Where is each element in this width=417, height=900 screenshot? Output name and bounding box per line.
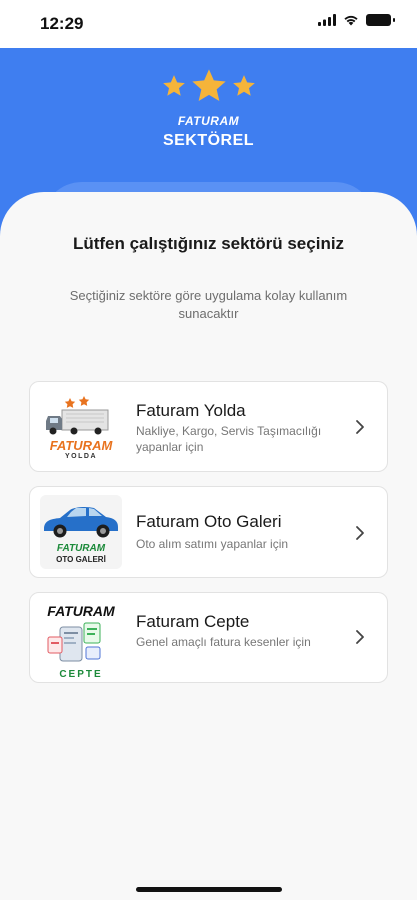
sector-description: Genel amaçlı fatura kesenler için — [136, 635, 311, 649]
oto-galeri-logo-brand: FATURAM — [56, 543, 106, 554]
sector-card-cepte[interactable]: FATURAM CEPTE Faturam Cepte Genel amaçlı… — [29, 592, 388, 683]
chevron-right-icon — [356, 526, 364, 540]
star-icon — [162, 75, 185, 96]
page-title: Lütfen çalıştığınız sektörü seçiniz — [72, 234, 345, 253]
sector-title: Faturam Cepte — [136, 612, 250, 631]
brand-name-big: SEKTÖREL — [162, 132, 255, 149]
chevron-right-icon — [356, 420, 364, 434]
star-icon — [191, 69, 226, 101]
star-icon — [232, 75, 255, 96]
oto-galeri-logo: FATURAM OTO GALERİ — [40, 495, 122, 569]
oto-galeri-logo-caption: OTO GALERİ — [56, 555, 106, 564]
status-time: 12:29 — [40, 14, 84, 33]
cepte-logo-caption: CEPTE — [59, 669, 103, 680]
battery-icon — [366, 14, 395, 26]
yolda-logo-caption: YOLDA — [65, 453, 97, 460]
sector-description: Nakliye, Kargo, Servis Taşımacılığı yapa… — [136, 424, 322, 454]
sector-description: Oto alım satımı yapanlar için — [136, 537, 289, 551]
yolda-logo: FATURAM YOLDA — [40, 390, 122, 464]
status-icons — [318, 14, 395, 26]
chevron-right-icon — [356, 630, 364, 644]
sector-title: Faturam Oto Galeri — [136, 512, 282, 531]
signal-icon — [318, 14, 336, 26]
three-stars-icon — [0, 66, 417, 106]
brand-name-small: FATURAM — [177, 114, 240, 128]
content-sheet: Lütfen çalıştığınız sektörü seçiniz Seçt… — [0, 192, 417, 900]
yolda-logo-brand: FATURAM — [49, 438, 113, 453]
cepte-logo: FATURAM CEPTE — [40, 601, 122, 680]
phone-invoice-icon — [47, 622, 101, 662]
car-icon — [44, 506, 118, 538]
home-indicator[interactable] — [136, 887, 282, 892]
status-bar: 12:29 — [0, 0, 417, 48]
sector-title: Faturam Yolda — [136, 401, 246, 420]
sector-card-yolda[interactable]: FATURAM YOLDA Faturam Yolda Nakliye, Kar… — [29, 381, 388, 472]
sector-card-oto-galeri[interactable]: FATURAM OTO GALERİ Faturam Oto Galeri Ot… — [29, 486, 388, 578]
page-subtitle: Seçtiğiniz sektöre göre uygulama kolay k… — [69, 288, 348, 321]
cepte-logo-brand: FATURAM — [47, 603, 115, 619]
wifi-icon — [344, 15, 358, 26]
